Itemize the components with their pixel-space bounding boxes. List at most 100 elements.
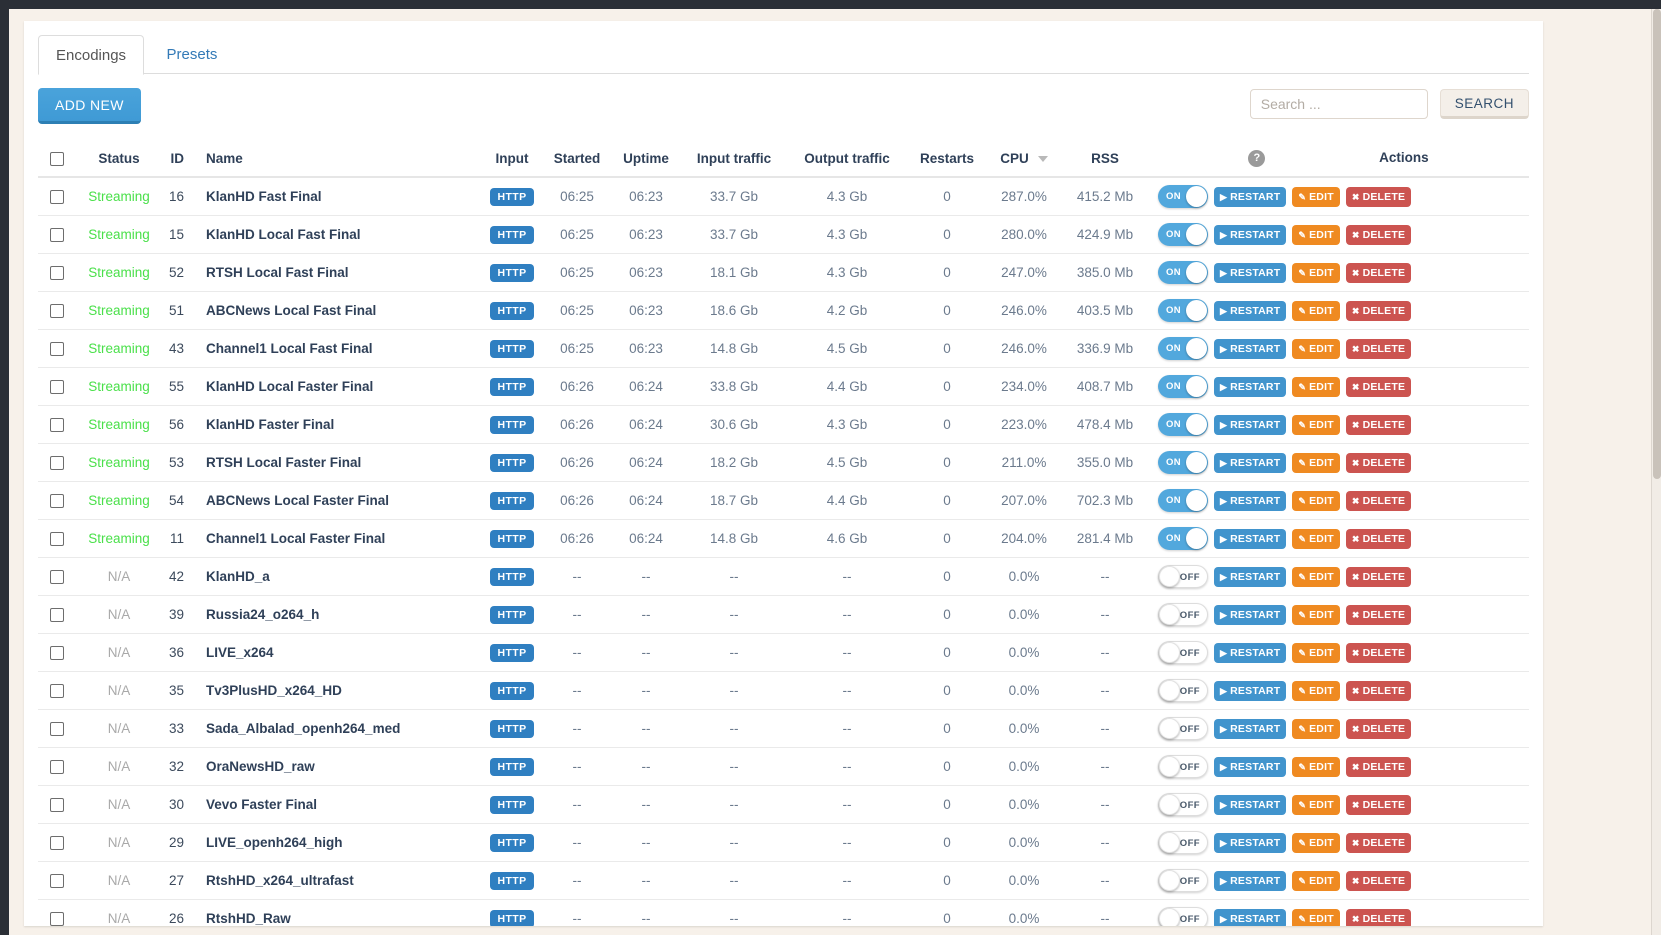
delete-button[interactable]: ✖ DELETE — [1345, 186, 1412, 207]
restart-button[interactable]: ▶ RESTART — [1214, 262, 1287, 283]
power-toggle[interactable]: OFF — [1158, 793, 1208, 816]
restart-button[interactable]: ▶ RESTART — [1214, 490, 1287, 511]
row-name[interactable]: Tv3PlusHD_x264_HD — [192, 671, 480, 710]
restart-button[interactable]: ▶ RESTART — [1214, 680, 1287, 701]
row-checkbox[interactable] — [50, 266, 64, 281]
tab-encodings[interactable]: Encodings — [38, 35, 145, 75]
row-checkbox[interactable] — [50, 836, 64, 851]
header-restarts[interactable]: Restarts — [908, 144, 986, 178]
header-id[interactable]: ID — [162, 144, 192, 178]
row-checkbox[interactable] — [50, 342, 64, 357]
restart-button[interactable]: ▶ RESTART — [1214, 604, 1287, 625]
power-toggle[interactable]: OFF — [1158, 679, 1208, 702]
header-rss[interactable]: RSS — [1062, 144, 1148, 178]
delete-button[interactable]: ✖ DELETE — [1345, 566, 1412, 587]
edit-button[interactable]: ✎ EDIT — [1292, 376, 1340, 397]
power-toggle[interactable]: OFF — [1158, 603, 1208, 626]
row-checkbox[interactable] — [50, 380, 64, 395]
row-name[interactable]: Vevo Faster Final — [192, 785, 480, 824]
power-toggle[interactable]: ON — [1158, 489, 1208, 512]
restart-button[interactable]: ▶ RESTART — [1214, 186, 1287, 207]
row-name[interactable]: Russia24_o264_h — [192, 595, 480, 634]
power-toggle[interactable]: ON — [1158, 413, 1208, 436]
restart-button[interactable]: ▶ RESTART — [1214, 300, 1287, 321]
search-input[interactable] — [1249, 89, 1428, 119]
power-toggle[interactable]: OFF — [1158, 907, 1208, 926]
row-checkbox[interactable] — [50, 684, 64, 699]
row-checkbox[interactable] — [50, 228, 64, 243]
row-checkbox[interactable] — [50, 418, 64, 433]
row-name[interactable]: ABCNews Local Faster Final — [192, 481, 480, 520]
edit-button[interactable]: ✎ EDIT — [1292, 604, 1340, 625]
restart-button[interactable]: ▶ RESTART — [1214, 414, 1287, 435]
power-toggle[interactable]: ON — [1158, 451, 1208, 474]
power-toggle[interactable]: OFF — [1158, 717, 1208, 740]
row-name[interactable]: OraNewsHD_raw — [192, 747, 480, 786]
edit-button[interactable]: ✎ EDIT — [1292, 262, 1340, 283]
edit-button[interactable]: ✎ EDIT — [1292, 224, 1340, 245]
delete-button[interactable]: ✖ DELETE — [1345, 338, 1412, 359]
delete-button[interactable]: ✖ DELETE — [1345, 376, 1412, 397]
edit-button[interactable]: ✎ EDIT — [1292, 566, 1340, 587]
edit-button[interactable]: ✎ EDIT — [1292, 300, 1340, 321]
edit-button[interactable]: ✎ EDIT — [1292, 680, 1340, 701]
row-checkbox[interactable] — [50, 608, 64, 623]
restart-button[interactable]: ▶ RESTART — [1214, 870, 1287, 891]
power-toggle[interactable]: ON — [1158, 223, 1208, 246]
delete-button[interactable]: ✖ DELETE — [1345, 680, 1412, 701]
restart-button[interactable]: ▶ RESTART — [1214, 794, 1287, 815]
row-name[interactable]: RTSH Local Fast Final — [192, 253, 480, 292]
edit-button[interactable]: ✎ EDIT — [1292, 908, 1340, 926]
header-uptime[interactable]: Uptime — [610, 144, 682, 178]
row-name[interactable]: KlanHD Faster Final — [192, 405, 480, 444]
row-name[interactable]: KlanHD Local Faster Final — [192, 367, 480, 406]
row-name[interactable]: Channel1 Local Fast Final — [192, 329, 480, 368]
row-checkbox[interactable] — [50, 190, 64, 205]
delete-button[interactable]: ✖ DELETE — [1345, 908, 1412, 926]
row-name[interactable]: ABCNews Local Fast Final — [192, 291, 480, 330]
edit-button[interactable]: ✎ EDIT — [1292, 832, 1340, 853]
header-input[interactable]: Input — [480, 144, 544, 178]
select-all-checkbox[interactable] — [50, 152, 64, 167]
power-toggle[interactable]: ON — [1158, 185, 1208, 208]
row-checkbox[interactable] — [50, 722, 64, 737]
restart-button[interactable]: ▶ RESTART — [1214, 718, 1287, 739]
edit-button[interactable]: ✎ EDIT — [1292, 452, 1340, 473]
search-button[interactable]: SEARCH — [1439, 89, 1529, 119]
row-checkbox[interactable] — [50, 912, 64, 926]
power-toggle[interactable]: OFF — [1158, 869, 1208, 892]
row-name[interactable]: Sada_Albalad_openh264_med — [192, 709, 480, 748]
restart-button[interactable]: ▶ RESTART — [1214, 338, 1287, 359]
power-toggle[interactable]: ON — [1158, 527, 1208, 550]
edit-button[interactable]: ✎ EDIT — [1292, 718, 1340, 739]
delete-button[interactable]: ✖ DELETE — [1345, 794, 1412, 815]
header-status[interactable]: Status — [76, 144, 162, 178]
edit-button[interactable]: ✎ EDIT — [1292, 642, 1340, 663]
power-toggle[interactable]: OFF — [1158, 565, 1208, 588]
row-name[interactable]: RtshHD_x264_ultrafast — [192, 861, 480, 900]
delete-button[interactable]: ✖ DELETE — [1345, 414, 1412, 435]
restart-button[interactable]: ▶ RESTART — [1214, 908, 1287, 926]
edit-button[interactable]: ✎ EDIT — [1292, 186, 1340, 207]
row-checkbox[interactable] — [50, 760, 64, 775]
row-name[interactable]: KlanHD_a — [192, 557, 480, 596]
power-toggle[interactable]: OFF — [1158, 755, 1208, 778]
delete-button[interactable]: ✖ DELETE — [1345, 490, 1412, 511]
delete-button[interactable]: ✖ DELETE — [1345, 452, 1412, 473]
edit-button[interactable]: ✎ EDIT — [1292, 528, 1340, 549]
power-toggle[interactable]: ON — [1158, 299, 1208, 322]
delete-button[interactable]: ✖ DELETE — [1345, 604, 1412, 625]
delete-button[interactable]: ✖ DELETE — [1345, 224, 1412, 245]
row-name[interactable]: KlanHD Fast Final — [192, 177, 480, 216]
row-name[interactable]: RtshHD_Raw — [192, 899, 480, 926]
row-checkbox[interactable] — [50, 874, 64, 889]
row-name[interactable]: KlanHD Local Fast Final — [192, 215, 480, 254]
header-name[interactable]: Name — [192, 144, 480, 178]
delete-button[interactable]: ✖ DELETE — [1345, 870, 1412, 891]
edit-button[interactable]: ✎ EDIT — [1292, 490, 1340, 511]
row-name[interactable]: LIVE_x264 — [192, 633, 480, 672]
restart-button[interactable]: ▶ RESTART — [1214, 566, 1287, 587]
row-name[interactable]: LIVE_openh264_high — [192, 823, 480, 862]
help-icon[interactable]: ? — [1248, 150, 1266, 167]
delete-button[interactable]: ✖ DELETE — [1345, 718, 1412, 739]
